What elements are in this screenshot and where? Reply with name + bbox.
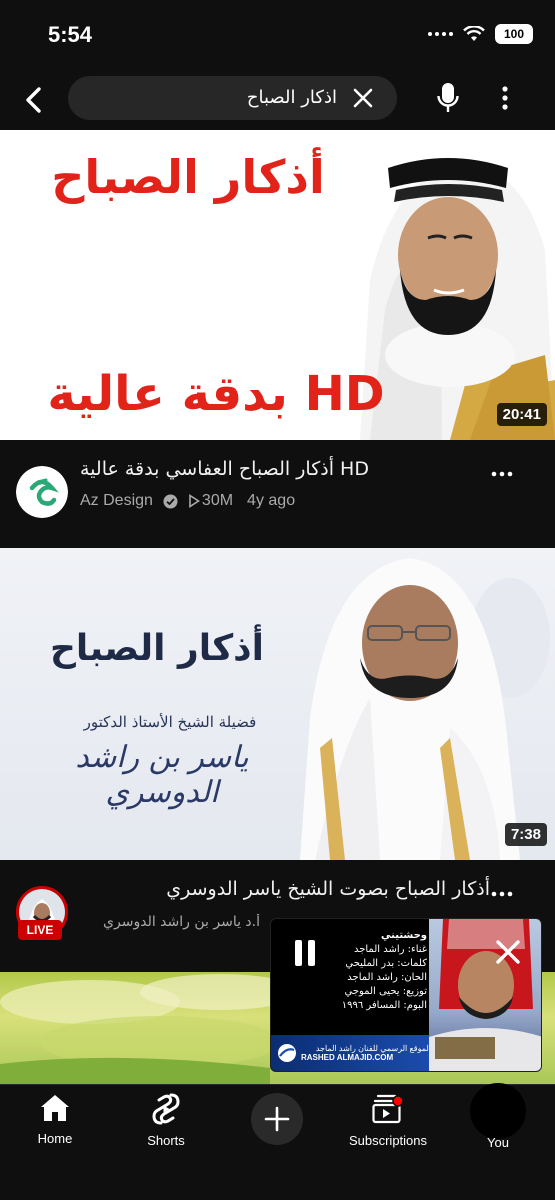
vertical-dots-icon [502,86,508,110]
footer-text: RASHED ALMAJID.COM [301,1053,394,1062]
channel-name[interactable]: Az Design [80,492,153,510]
video-meta-row: أذكار الصباح العفاسي بدقة عالية HD Az De… [0,458,555,538]
video-subtitle: Az Design 30M 4y ago [80,492,295,510]
song-info-line: الحان: راشد الماجد [347,972,427,983]
channel-avatar[interactable] [16,466,68,518]
video-thumbnail[interactable]: أذكار الصباح بدقة عالية HD 20:41 [0,130,555,440]
search-header: اذكار الصباح [0,74,555,124]
channel-logo-icon [16,466,68,518]
thumbnail-text: بدقة عالية HD [47,366,385,422]
duration-badge: 20:41 [496,403,547,426]
youtube-search-results: 5:54 100 اذكار الصباح أذكار الصباح بدقة … [0,0,555,1200]
play-outline-icon [189,494,200,508]
video-thumbnail[interactable]: أذكار الصباح فضيلة الشيخ الأستاذ الدكتور… [0,548,555,860]
signal-icon [428,32,453,36]
nav-you[interactable]: You [448,1083,548,1150]
bottom-nav: Home Shorts Subscriptions You [0,1083,555,1200]
mini-player-song-info: وحشتيني غناء: راشد الماجد كلمات: بدر الم… [275,929,427,1013]
kebab-menu-icon[interactable] [490,464,514,484]
search-input[interactable]: اذكار الصباح [68,76,397,120]
nav-home[interactable]: Home [5,1093,105,1146]
kebab-menu-icon[interactable] [490,884,514,904]
back-button[interactable] [14,80,54,120]
thumbnail-text: أذكار الصباح [51,150,325,204]
thumbnail-text: فضيلة الشيخ الأستاذ الدكتور [83,713,257,731]
microphone-icon [437,83,459,112]
voice-search-button[interactable] [430,80,466,116]
upload-age: 4y ago [247,492,296,509]
globe-logo-icon [278,1044,296,1062]
album-art-image [429,919,541,1071]
subscriptions-icon [372,1094,404,1124]
battery-icon: 100 [495,24,533,44]
thumbnail-text: ياسر بن راشد الدوسري [75,740,249,810]
home-icon [41,1095,69,1121]
user-avatar [470,1083,526,1139]
song-info-line: توزيع: يحيى الموجي [344,986,428,997]
nav-subscriptions[interactable]: Subscriptions [338,1093,438,1148]
mini-player[interactable]: وحشتيني غناء: راشد الماجد كلمات: بدر الم… [270,918,542,1072]
status-time: 5:54 [48,22,93,47]
nav-subscriptions-label: Subscriptions [348,1133,428,1148]
duration-badge: 7:38 [504,823,547,846]
chevron-left-icon [26,87,41,113]
create-button[interactable] [251,1093,303,1145]
thumbnail-text: أذكار الصباح [49,628,264,669]
sheikh-portrait-image [300,558,550,860]
video-title[interactable]: أذكار الصباح بصوت الشيخ ياسر الدوسري [80,878,490,900]
video-subtitle: أ.د ياسر بن راشد الدوسري [80,914,260,930]
channel-name[interactable]: أ.د ياسر بن راشد الدوسري [103,914,260,930]
wifi-icon [463,26,485,41]
verified-icon [163,494,178,508]
song-info-line: وحشتيني [381,930,427,941]
nav-shorts[interactable]: Shorts [116,1093,216,1148]
close-icon[interactable] [493,937,523,967]
footer-text: الموقع الرسمي للفنان راشد الماجد [315,1044,431,1053]
status-bar: 5:54 100 [0,0,555,70]
live-badge: LIVE [18,920,62,940]
plus-icon [264,1106,290,1132]
song-info-line: غناء: راشد الماجد [353,944,427,955]
views-count: 30M [188,492,233,510]
nav-home-label: Home [37,1131,73,1146]
status-icons: 100 [428,24,533,44]
clear-search-icon[interactable] [351,86,375,110]
search-query-text: اذكار الصباح [246,87,337,108]
song-info-line: البوم: المسافر ١٩٩٦ [341,1000,427,1011]
more-options-button[interactable] [490,80,520,116]
nav-you-label: You [487,1135,509,1150]
video-title[interactable]: أذكار الصباح العفاسي بدقة عالية HD [80,458,490,480]
song-info-line: كلمات: بدر المليحي [345,958,427,969]
shorts-icon [152,1093,180,1125]
nav-shorts-label: Shorts [147,1133,185,1148]
